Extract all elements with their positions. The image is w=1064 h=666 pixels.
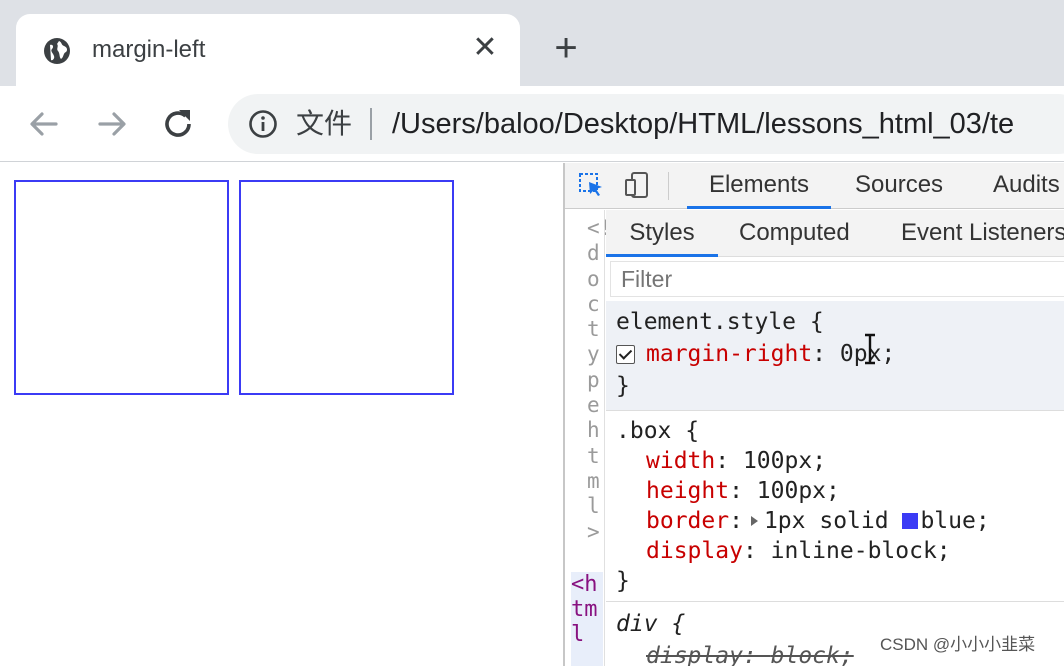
styles-pane: Styles Computed Event Listeners Filter e…	[606, 210, 1064, 666]
sidebar-tabs: Styles Computed Event Listeners	[606, 210, 1064, 257]
box-element[interactable]	[14, 180, 229, 395]
browser-toolbar: 文件 /Users/baloo/Desktop/HTML/lessons_htm…	[0, 86, 1064, 162]
css-declaration[interactable]: display: inline-block;	[646, 536, 951, 566]
devtools-panel: Elements Sources Audits <!doctype html> …	[563, 163, 1064, 666]
css-value[interactable]: 100px;	[743, 448, 826, 474]
css-value: block;	[770, 643, 854, 666]
css-value[interactable]: inline-block;	[771, 538, 951, 564]
device-toolbar-icon[interactable]	[623, 171, 651, 199]
tab-audits[interactable]: Audits	[993, 163, 1060, 209]
css-declaration[interactable]: margin-right: 0px;	[646, 339, 895, 369]
inspect-element-icon[interactable]	[577, 171, 605, 199]
tab-event-listeners[interactable]: Event Listeners	[901, 210, 1064, 257]
globe-icon	[44, 38, 70, 64]
css-property[interactable]: border	[646, 508, 729, 534]
tab-title: margin-left	[92, 36, 206, 63]
css-color-value[interactable]: blue;	[920, 508, 989, 534]
css-property[interactable]: display	[646, 538, 743, 564]
box-element[interactable]	[239, 180, 454, 395]
devtools-toolbar: Elements Sources Audits	[565, 163, 1064, 209]
text-cursor-icon	[865, 333, 875, 365]
site-info-label: 文件	[296, 108, 353, 139]
doctype-node[interactable]: <!doctype html>	[587, 216, 612, 545]
html-node[interactable]: <html	[571, 572, 603, 666]
color-swatch[interactable]	[902, 513, 919, 529]
tab-strip: margin-left ✕ +	[0, 0, 1064, 86]
arrow-left-icon[interactable]	[24, 104, 64, 144]
info-icon[interactable]	[248, 109, 278, 139]
css-property[interactable]: width	[646, 448, 715, 474]
rule-close-brace: }	[616, 373, 630, 399]
rule-box: .box { width: 100px; height: 100px; bord…	[606, 412, 1064, 602]
rule-selector[interactable]: .box {	[616, 416, 699, 446]
watermark: CSDN @小小小韭菜	[876, 634, 1040, 656]
styles-filter-input[interactable]: Filter	[610, 261, 1064, 297]
rule-selector[interactable]: div {	[616, 609, 685, 639]
expand-arrow-icon[interactable]	[750, 516, 758, 526]
rule-close-brace: }	[616, 568, 630, 594]
close-tab-icon[interactable]: ✕	[468, 31, 502, 65]
page-viewport	[0, 163, 563, 666]
css-property[interactable]: margin-right	[646, 341, 812, 367]
tab-computed[interactable]: Computed	[739, 210, 850, 257]
dom-tree: <!doctype html> <html	[565, 210, 612, 666]
declaration-checkbox[interactable]	[616, 345, 635, 364]
css-value[interactable]: 100px;	[757, 478, 840, 504]
css-declaration[interactable]: width: 100px;	[646, 446, 826, 476]
css-declaration[interactable]: height: 100px;	[646, 476, 840, 506]
reload-icon[interactable]	[158, 104, 198, 144]
css-declaration[interactable]: border: 1px solid blue;	[646, 506, 990, 536]
css-value[interactable]: 1px solid	[764, 508, 889, 534]
css-property: display	[646, 643, 743, 666]
address-separator	[370, 108, 372, 140]
browser-tab[interactable]: margin-left ✕	[16, 14, 520, 86]
arrow-right-icon[interactable]	[92, 104, 132, 144]
address-bar[interactable]: 文件 /Users/baloo/Desktop/HTML/lessons_htm…	[228, 94, 1064, 154]
new-tab-button[interactable]: +	[546, 28, 586, 68]
toolbar-divider	[668, 172, 669, 200]
url-text[interactable]: /Users/baloo/Desktop/HTML/lessons_html_0…	[392, 105, 1014, 143]
rule-selector[interactable]: element.style {	[616, 307, 824, 337]
tab-sources[interactable]: Sources	[855, 163, 943, 209]
rule-element-style: element.style { margin-right: 0px; }	[606, 301, 1064, 411]
tab-elements[interactable]: Elements	[687, 163, 831, 209]
tab-styles[interactable]: Styles	[606, 210, 718, 257]
css-property[interactable]: height	[646, 478, 729, 504]
overridden-declaration[interactable]: display: block;	[646, 641, 854, 666]
